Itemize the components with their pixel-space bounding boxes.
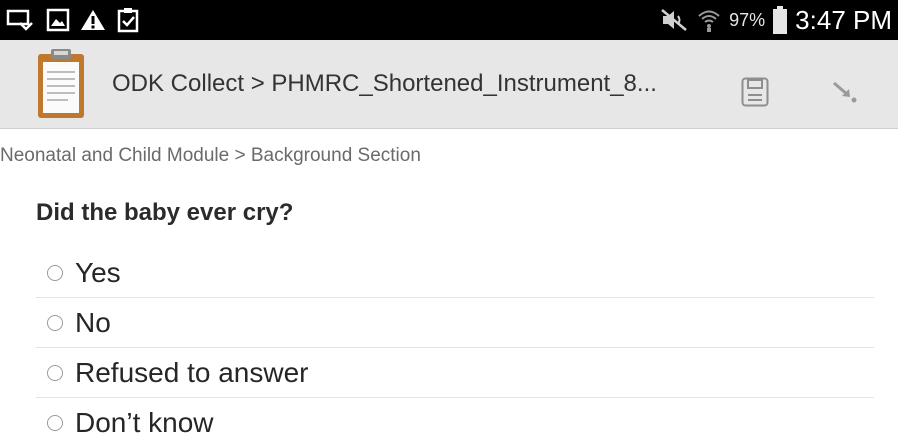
radio-button-icon[interactable] [47,415,63,431]
status-bar-left [6,0,140,40]
radio-button-icon[interactable] [47,364,63,381]
answer-options: Yes No Refused to answer Don’t know [36,248,874,448]
status-bar-right: 97% 3:47 PM [659,0,892,40]
wifi-icon [697,7,721,33]
option-refused-to-answer[interactable]: Refused to answer [36,348,874,398]
option-label: Yes [75,256,121,288]
option-dont-know[interactable]: Don’t know [36,398,874,448]
clipboard-icon[interactable] [36,48,86,125]
action-bar: ODK Collect > PHMRC_Shortened_Instrument… [0,40,898,129]
status-bar-clock: 3:47 PM [795,4,892,35]
status-bar: 97% 3:47 PM [0,0,898,40]
save-icon[interactable] [741,77,769,112]
warning-icon [80,8,106,32]
battery-icon [773,6,788,34]
option-yes[interactable]: Yes [36,248,874,298]
cast-icon [6,8,36,32]
radio-button-icon[interactable] [47,264,63,281]
image-icon [46,8,70,32]
radio-button-icon[interactable] [47,314,63,331]
question-text: Did the baby ever cry? [36,199,294,226]
option-label: Don’t know [75,407,214,438]
app-title: ODK Collect > PHMRC_Shortened_Instrument… [112,70,657,97]
breadcrumb: Neonatal and Child Module > Background S… [0,145,421,166]
option-no[interactable]: No [36,298,874,348]
clipboard-check-icon [116,7,140,33]
battery-percentage: 97% [729,9,766,30]
option-label: No [75,306,111,338]
jump-arrow-icon[interactable] [832,80,858,109]
mute-icon [659,7,689,33]
option-label: Refused to answer [75,356,309,388]
